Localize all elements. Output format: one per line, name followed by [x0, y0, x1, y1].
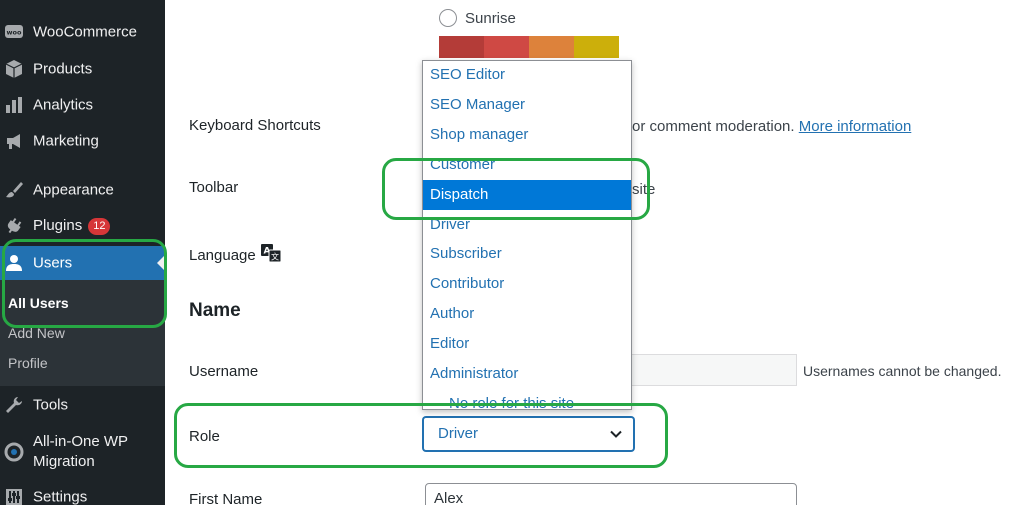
swatch-1 — [439, 36, 484, 58]
migration-icon — [4, 442, 24, 462]
color-scheme-radio-sunrise[interactable] — [439, 9, 457, 27]
role-option-customer[interactable]: Customer — [423, 151, 631, 179]
color-scheme-swatches — [439, 36, 619, 58]
menu-item-tools[interactable]: Tools — [0, 388, 165, 422]
menu-label: All-in-One WP Migration — [33, 432, 128, 472]
menu-label: Users — [33, 254, 73, 272]
username-input[interactable] — [632, 354, 797, 386]
menu-item-analytics[interactable]: Analytics — [0, 88, 165, 122]
admin-sidebar: woo WooCommerce Products Analytics Marke… — [0, 0, 165, 505]
box-icon — [4, 59, 24, 79]
role-option-subscriber[interactable]: Subscriber — [423, 240, 631, 268]
role-option-dispatch[interactable]: Dispatch — [423, 180, 631, 210]
submenu-profile[interactable]: Profile — [8, 355, 48, 371]
keyboard-shortcuts-description: or comment moderation. More information — [632, 118, 911, 135]
keyboard-shortcuts-desc-text: or comment moderation. — [632, 118, 795, 135]
paintbrush-icon — [4, 180, 24, 200]
toolbar-label: Toolbar — [189, 179, 239, 196]
keyboard-shortcuts-label: Keyboard Shortcuts — [189, 117, 321, 134]
svg-text:woo: woo — [7, 29, 22, 37]
username-note: Usernames cannot be changed. — [803, 363, 1002, 379]
role-option-editor[interactable]: Editor — [423, 330, 631, 358]
menu-item-all-in-one-wp-migration[interactable]: All-in-One WP Migration — [0, 430, 165, 474]
menu-label-line1: All-in-One WP — [33, 433, 129, 450]
plug-icon — [4, 216, 24, 236]
role-label: Role — [189, 428, 220, 445]
menu-item-woocommerce[interactable]: woo WooCommerce — [0, 15, 165, 49]
role-option-seo-editor[interactable]: SEO Editor — [423, 61, 631, 89]
color-scheme-option-label: Sunrise — [465, 10, 516, 27]
menu-item-users[interactable]: Users — [0, 246, 165, 280]
role-option-contributor[interactable]: Contributor — [423, 270, 631, 298]
settings-sliders-icon — [4, 487, 24, 505]
language-label: Language — [189, 247, 256, 264]
svg-text:文: 文 — [271, 252, 279, 262]
menu-item-products[interactable]: Products — [0, 52, 165, 86]
menu-item-plugins[interactable]: Plugins 12 — [0, 209, 165, 243]
username-label: Username — [189, 363, 259, 380]
role-dropdown-list: SEO Editor SEO Manager Shop manager Cust… — [422, 60, 632, 410]
menu-item-marketing[interactable]: Marketing — [0, 124, 165, 158]
menu-item-settings[interactable]: Settings — [0, 480, 165, 505]
wrench-icon — [4, 395, 24, 415]
language-label-row: Language A 文 — [189, 243, 282, 264]
menu-label: Tools — [33, 396, 69, 414]
name-section-heading: Name — [189, 300, 241, 321]
menu-label: Appearance — [33, 181, 114, 199]
role-option-seo-manager[interactable]: SEO Manager — [423, 91, 631, 119]
bar-chart-icon — [4, 95, 24, 115]
first-name-value: Alex — [434, 490, 464, 505]
menu-label: Marketing — [33, 132, 99, 150]
role-option-author[interactable]: Author — [423, 300, 631, 328]
menu-label: Products — [33, 60, 93, 78]
update-count-badge: 12 — [88, 218, 111, 235]
menu-label: Analytics — [33, 96, 94, 114]
megaphone-icon — [4, 131, 24, 151]
toolbar-description: site — [632, 181, 656, 198]
first-name-input[interactable]: Alex — [425, 483, 797, 505]
woocommerce-icon: woo — [4, 22, 24, 42]
role-option-shop-manager[interactable]: Shop manager — [423, 121, 631, 149]
submenu-all-users[interactable]: All Users — [8, 295, 69, 311]
translation-icon: A文 — [260, 244, 282, 263]
chevron-down-icon — [610, 430, 622, 438]
role-select-value: Driver — [438, 425, 478, 442]
more-information-link[interactable]: More information — [799, 118, 912, 135]
swatch-4 — [574, 36, 619, 58]
menu-label: Settings — [33, 488, 88, 505]
role-option-administrator[interactable]: Administrator — [423, 360, 631, 388]
swatch-2 — [484, 36, 529, 58]
role-option-no-role[interactable]: No role for this site — [423, 390, 631, 409]
menu-label-with-badge: Plugins 12 — [33, 217, 111, 235]
first-name-label: First Name — [189, 491, 263, 505]
role-option-driver[interactable]: Driver — [423, 211, 631, 239]
submenu-add-new[interactable]: Add New — [8, 325, 65, 341]
swatch-3 — [529, 36, 574, 58]
menu-label: Plugins — [33, 217, 83, 234]
menu-label-line2: Migration — [33, 453, 95, 470]
menu-label: WooCommerce — [33, 23, 137, 41]
users-submenu: All Users Add New Profile — [0, 280, 165, 386]
user-icon — [4, 253, 24, 273]
role-select[interactable]: Driver — [423, 417, 634, 451]
menu-item-appearance[interactable]: Appearance — [0, 173, 165, 207]
